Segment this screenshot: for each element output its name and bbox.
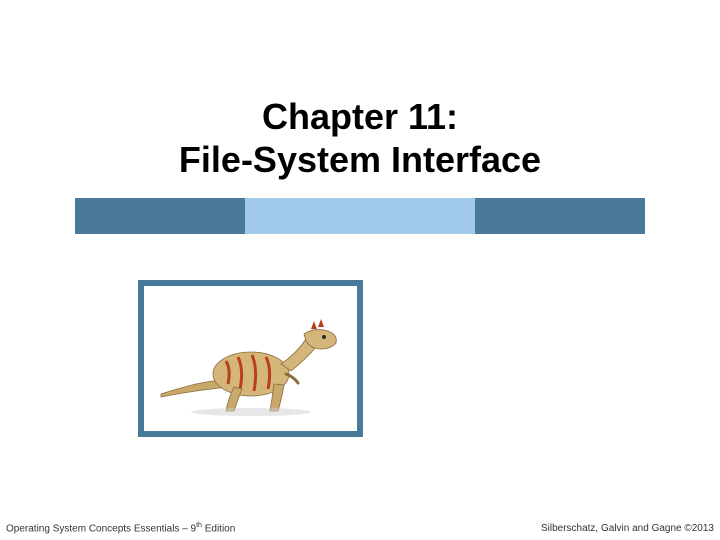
dinosaur-image-frame [138,280,363,437]
slide-title: Chapter 11: File-System Interface [0,95,720,181]
footer-left: Operating System Concepts Essentials – 9… [6,522,235,534]
title-line-2: File-System Interface [0,138,720,181]
decorative-bar [75,198,645,234]
footer-left-prefix: Operating System Concepts Essentials – 9 [6,523,196,534]
bar-light-segment [245,198,475,234]
footer-left-suffix: Edition [202,523,235,534]
footer-right: Silberschatz, Galvin and Gagne ©2013 [541,523,714,534]
dinosaur-icon [156,299,346,419]
title-line-1: Chapter 11: [0,95,720,138]
